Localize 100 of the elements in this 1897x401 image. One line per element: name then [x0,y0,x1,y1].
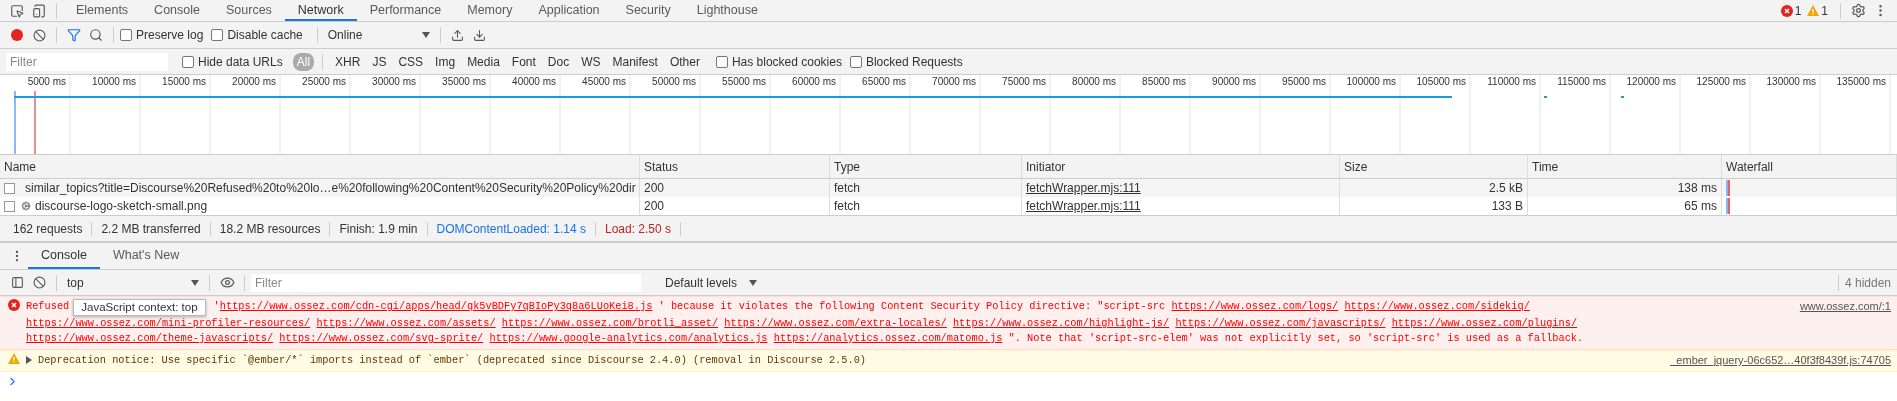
url-link[interactable]: https://www.ossez.com/mini-profiler-resources/ [26,317,311,329]
time-tick-label: 40000 ms [512,76,556,87]
tooltip: JavaScript context: top [73,299,206,316]
filter-field[interactable]: Filter [6,52,168,71]
url-link[interactable]: https://www.ossez.com/svg-sprite/ [279,332,484,344]
error-message: Refused JavaScript context: top 'https://www.ossez.com/cdn-cgi/apps/head/qk5vBDFy7qBIoPy3q8a6LUoKei8.js ' because it violates the following Content Security Policy directive: "script-src https://www.ossez.com/logs/ https://www.ossez.com/sidekiq/ https://www.ossez.com/mini-profiler-resources/ https://www.ossez.com/assets/ https://www.ossez.com/brotli_asset/ https://www.ossez.com/extra-locales/ https://www.ossez.com/highlight-js/ https://www.ossez.com/javascripts/ https://www.ossez.com/plugins/ https://www.ossez.com/theme-javascripts/ https://www.ossez.com/svg-sprite/ https://www.google-analytics.com/analytics.js https://analytics.ossez.com/matomo.js ". Note that 'script-src-elem' was not explicitly set, so 'script-src' is used as a fallback. [26,299,1585,346]
url-link[interactable]: https://www.ossez.com/highlight-js/ [952,317,1170,329]
url-link[interactable]: https://analytics.ossez.com/matomo.js [773,332,1003,344]
expand-icon[interactable] [26,356,32,364]
caret-icon [191,279,199,286]
waterfall-bar [1726,180,1730,196]
panel-tab[interactable]: Application [525,0,613,21]
initiator-link[interactable]: fetchWrapper.mjs:111 [1026,181,1141,195]
time-tick-label: 110000 ms [1487,76,1536,87]
url-link[interactable]: https://www.ossez.com/sidekiq/ [1344,300,1530,312]
source-link[interactable]: www.ossez.com/:1 [1799,299,1891,314]
throttling-select[interactable]: Online [323,25,434,45]
time-tick-label: 130000 ms [1766,76,1816,87]
error-icon [1780,4,1793,17]
url-link[interactable]: https://www.ossez.com/assets/ [316,317,496,329]
time-tick-label: 60000 ms [792,76,836,87]
url-link[interactable]: https://www.ossez.com/brotli_asset/ [501,317,719,329]
type-filter-chip[interactable]: CSS [394,52,428,71]
time-tick-label: 15000 ms [162,76,206,87]
summary-text: Load: 2.50 s [595,221,681,236]
caret-icon [421,32,430,38]
checkbox[interactable] [211,29,224,41]
checkbox[interactable] [849,55,862,68]
url-link[interactable]: https://www.ossez.com/javascripts/ [1175,317,1386,329]
checkbox-label: Has blocked cookies [731,54,842,69]
time-tick-label: 115000 ms [1557,76,1606,87]
type-filter-chip[interactable]: JS [368,52,391,71]
type-filter-chip[interactable]: Img [431,52,460,71]
time-tick-label: 75000 ms [1002,76,1046,87]
time-tick-label: 95000 ms [1282,76,1326,87]
column-header[interactable]: Status [640,155,830,178]
column-header[interactable]: Time [1528,155,1722,178]
waterfall-bar [1726,198,1730,214]
time-tick-label: 10000 ms [92,76,136,87]
time-tick-label: 35000 ms [442,76,486,87]
url-link[interactable]: https://www.ossez.com/theme-javascripts/ [26,332,274,344]
panel-tab[interactable]: Elements [63,0,142,21]
type-filter-chip[interactable]: Media [463,52,504,71]
file-icon [4,200,15,212]
time-tick-label: 105000 ms [1416,76,1466,87]
panel-tab[interactable]: Lighthouse [683,0,771,21]
error-icon [8,299,20,311]
checkbox[interactable] [120,29,132,41]
type-filter-chip[interactable]: Manifest [608,52,662,71]
error-count[interactable]: 1 [1794,3,1802,18]
column-header[interactable]: Size [1340,155,1528,178]
time-tick-label: 135000 ms [1836,76,1886,87]
type-filter-chip[interactable]: Doc [543,52,574,71]
context-select[interactable]: top [63,272,203,293]
request-name[interactable]: similar_topics?title=Discourse%20Refused%20to%20lo…e%20following%20Content%20Security%20Policy%20dir [25,181,636,195]
summary-text: DOMContentLoaded: 1.14 s [427,221,596,236]
panel-tab[interactable]: Security [612,0,684,21]
time-tick-label: 45000 ms [582,76,626,87]
panel-tab[interactable]: Memory [454,0,526,21]
panel-tab[interactable]: Console [141,0,213,21]
log-levels-select[interactable]: Default levels [661,272,761,293]
caret-icon [749,279,757,286]
time-tick-label: 25000 ms [302,76,346,87]
checkbox-label: Blocked Requests [865,54,963,69]
summary-text: 2.2 MB transferred [92,221,211,236]
file-icon [4,182,15,194]
console-filter-field[interactable]: Filter [251,273,641,292]
summary-text: Finish: 1.9 min [330,221,428,236]
initiator-link[interactable]: fetchWrapper.mjs:111 [1026,199,1141,213]
type-filter-chip[interactable]: Font [507,52,540,71]
column-header[interactable]: Name [0,155,640,178]
url-link[interactable]: https://www.ossez.com/logs/ [1171,300,1339,312]
url-link[interactable]: https://www.ossez.com/plugins/ [1391,317,1578,329]
column-header[interactable]: Initiator [1022,155,1340,178]
checkbox-label: Preserve log [136,28,204,42]
url-link[interactable]: https://www.google-analytics.com/analytics.js [489,332,768,344]
time-tick-label: 65000 ms [862,76,906,87]
type-filter-chip[interactable]: Other [665,52,704,71]
type-filter-chip[interactable]: XHR [331,52,365,71]
source-link[interactable]: _ember_jquery-06c652…40f3f8439f.js:74705 [1670,353,1891,368]
warning-icon [8,353,20,364]
warning-icon [1807,5,1820,16]
request-name[interactable]: discourse-logo-sketch-small.png [35,199,208,213]
panel-tab[interactable]: Sources [213,0,285,21]
drawer-tab[interactable]: What's New [99,243,193,269]
checkbox[interactable] [715,55,728,68]
column-header[interactable]: Waterfall [1722,155,1897,178]
column-header[interactable]: Type [830,155,1022,178]
time-tick-label: 70000 ms [932,76,976,87]
time-tick-label: 5000 ms [27,76,66,87]
type-filter-chip[interactable]: WS [577,52,605,71]
url-link[interactable]: https://www.ossez.com/extra-locales/ [724,317,947,329]
checkbox[interactable] [182,55,194,68]
summary-text: 162 requests [4,221,93,236]
url-link[interactable]: https://www.ossez.com/cdn-cgi/apps/head/qk5vBDFy7qBIoPy3q8a6LUoKei8.js [219,300,653,312]
panel-tab[interactable]: Performance [356,0,455,21]
warning-count[interactable]: 1 [1821,3,1828,18]
time-tick-label: 125000 ms [1696,76,1746,87]
time-tick-label: 20000 ms [232,76,276,87]
time-tick-label: 30000 ms [372,76,416,87]
